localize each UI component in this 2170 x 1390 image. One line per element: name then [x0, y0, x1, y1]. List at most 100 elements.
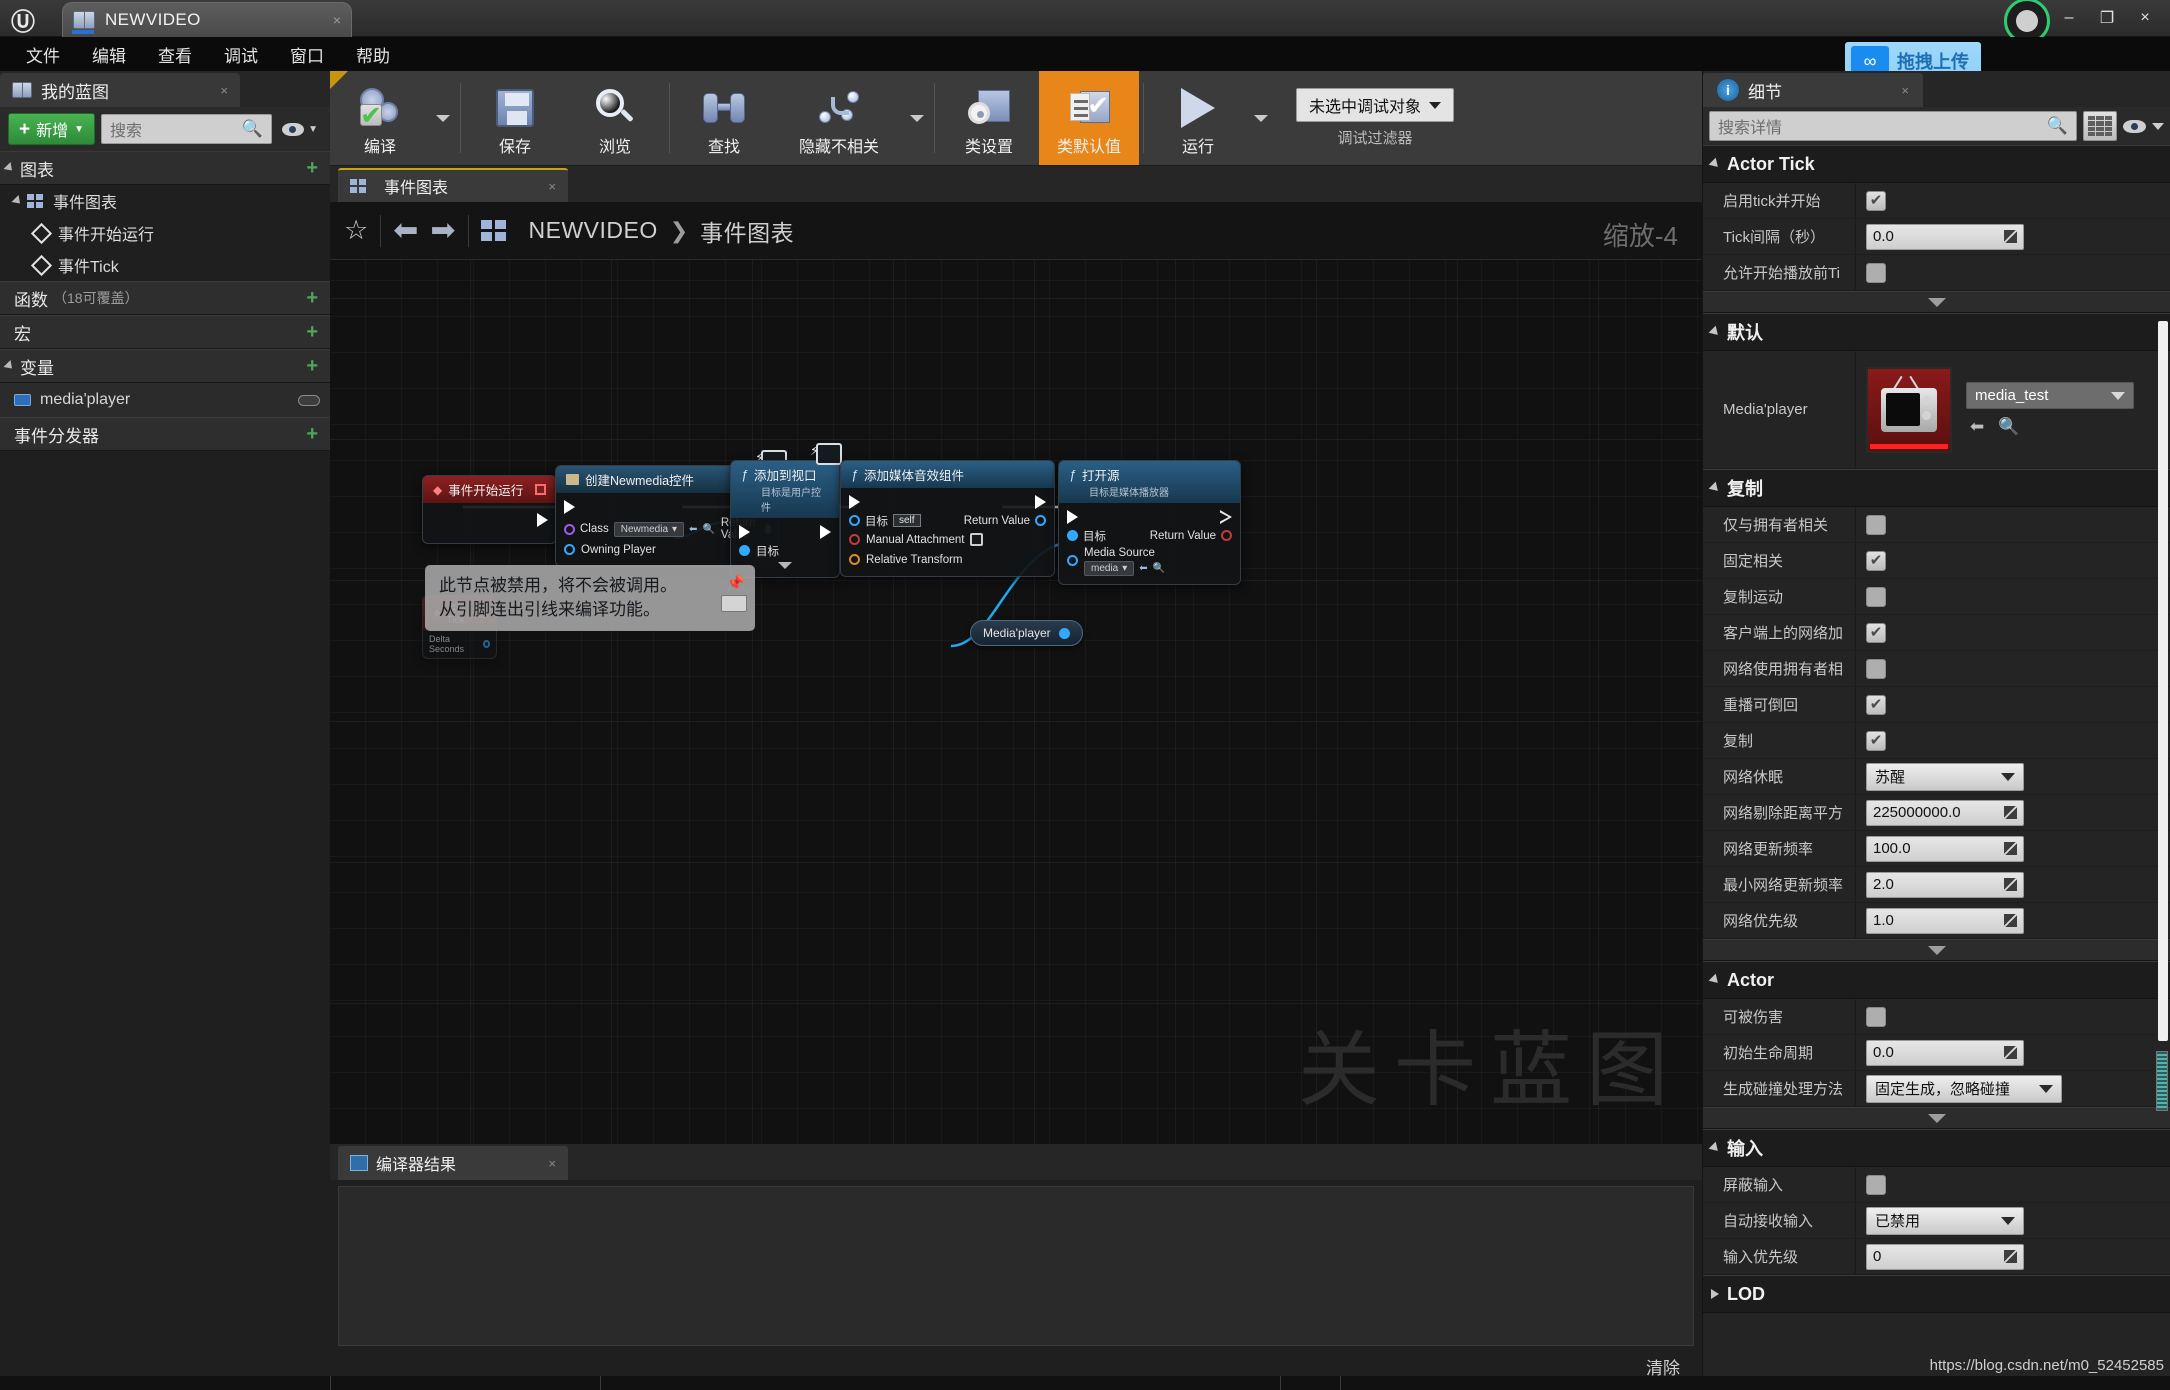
exec-out-pin-icon[interactable] [1035, 495, 1046, 509]
document-tab[interactable]: NEWVIDEO × [62, 2, 352, 37]
property-checkbox[interactable]: ✔ [1866, 190, 1886, 211]
event-breakpoint-icon[interactable] [535, 484, 546, 495]
expand-advanced-actor-tick[interactable] [1703, 291, 2170, 313]
class-value-select[interactable]: Newmedia ▾ [613, 521, 685, 537]
menu-item-file[interactable]: 文件 [10, 38, 76, 71]
toolbar-find-button[interactable]: 查找 [674, 71, 774, 165]
add-new-button[interactable]: + 新增 ▼ [8, 113, 96, 145]
node-add-to-viewport[interactable]: ƒ 添加到视口 目标是用户控件 目标 [730, 443, 842, 578]
node-pin-relative-transform[interactable]: Relative Transform [849, 551, 1046, 568]
exec-in-pin-icon[interactable] [1067, 510, 1078, 524]
details-category-actor[interactable]: Actor [1703, 961, 2170, 999]
details-scrollbar-thumb[interactable] [2156, 1051, 2168, 1111]
property-checkbox[interactable]: ✔ [1866, 694, 1886, 715]
object-pin-icon[interactable] [1067, 555, 1078, 566]
minimize-button[interactable]: – [2052, 5, 2086, 31]
tab-compiler-results[interactable]: 编译器结果 × [338, 1146, 568, 1180]
property-number-input[interactable]: 225000000.0 [1866, 799, 2024, 826]
property-checkbox[interactable]: ✔ [1866, 550, 1886, 571]
details-category-default[interactable]: 默认 [1703, 313, 2170, 351]
add-function-icon[interactable]: + [306, 287, 324, 310]
exec-out-pin-icon[interactable] [1220, 510, 1232, 524]
property-row-can-be-damaged[interactable]: 可被伤害 [1703, 999, 2170, 1035]
object-pin-icon[interactable] [849, 515, 860, 526]
section-macros[interactable]: 宏 + [0, 315, 330, 349]
node-pin-target[interactable]: 目标 self Return Value [849, 512, 1046, 529]
toolbar-class-settings-button[interactable]: 类设置 [939, 71, 1039, 165]
details-category-lod[interactable]: LOD [1703, 1275, 2170, 1313]
compiler-message-list[interactable] [338, 1186, 1694, 1346]
media-player-asset-select[interactable]: media_test [1966, 382, 2134, 409]
property-row-always-relevant[interactable]: 固定相关 ✔ [1703, 543, 2170, 579]
maximize-button[interactable]: ❐ [2090, 5, 2124, 31]
property-row-initial-life-span[interactable]: 初始生命周期 0.0 [1703, 1035, 2170, 1071]
node-pin-media-source[interactable]: Media Source media ▾ ⬅ 🔍 [1067, 547, 1232, 576]
section-graphs[interactable]: 图表 + [0, 151, 330, 185]
back-arrow-icon[interactable]: ⬅ [393, 213, 418, 248]
expand-advanced-replication[interactable] [1703, 939, 2170, 961]
section-variables[interactable]: 变量 + [0, 349, 330, 383]
spinner-icon[interactable] [2004, 1250, 2017, 1263]
menu-item-debug[interactable]: 调试 [208, 38, 274, 71]
property-row-spawn-collision-handling[interactable]: 生成碰撞处理方法 固定生成，忽略碰撞 [1703, 1071, 2170, 1107]
breadcrumb-blueprint[interactable]: NEWVIDEO [529, 217, 658, 244]
property-number-input[interactable]: 0.0 [1866, 223, 2024, 250]
document-tab-close-icon[interactable]: × [305, 12, 341, 28]
media-source-select[interactable]: media ▾ [1084, 561, 1135, 576]
property-row-min-net-update-frequency[interactable]: 最小网络更新频率 2.0 [1703, 867, 2170, 903]
tab-details[interactable]: i 细节 × [1703, 73, 1923, 107]
struct-pin-icon[interactable] [849, 554, 860, 565]
property-row-media-player-asset[interactable]: Media'player media_test ⬅ 🔍 [1703, 351, 2170, 469]
property-checkbox[interactable] [1866, 586, 1886, 607]
tab-close-icon[interactable]: × [522, 1156, 556, 1171]
spinner-icon[interactable] [2004, 914, 2017, 927]
exec-in-pin-icon[interactable] [739, 525, 750, 539]
node-exec-row[interactable] [739, 522, 831, 542]
object-out-pin-icon[interactable] [1035, 515, 1046, 526]
spinner-icon[interactable] [2004, 806, 2017, 819]
property-row-replicate-movement[interactable]: 复制运动 [1703, 579, 2170, 615]
bool-out-pin-icon[interactable] [1221, 530, 1232, 541]
expand-advanced-actor[interactable] [1703, 1107, 2170, 1129]
add-graph-icon[interactable]: + [306, 157, 324, 180]
property-checkbox[interactable] [1866, 658, 1886, 679]
property-row-only-relevant-to-owner[interactable]: 仅与拥有者相关 [1703, 507, 2170, 543]
variable-visibility-toggle[interactable] [298, 394, 320, 406]
section-event-dispatchers[interactable]: 事件分发器 + [0, 417, 330, 451]
node-event-begin-play[interactable]: ◆ 事件开始运行 [422, 475, 557, 544]
property-row-net-load-on-client[interactable]: 客户端上的网络加 ✔ [1703, 615, 2170, 651]
tab-close-icon[interactable]: × [522, 179, 556, 194]
pin-icon[interactable]: 📌 [726, 573, 745, 594]
menu-item-view[interactable]: 查看 [142, 38, 208, 71]
add-variable-icon[interactable]: + [306, 355, 324, 378]
property-row-auto-receive-input[interactable]: 自动接收输入 已禁用 [1703, 1203, 2170, 1239]
add-event-dispatcher-icon[interactable]: + [306, 423, 324, 446]
menu-item-help[interactable]: 帮助 [340, 38, 406, 71]
add-macro-icon[interactable]: + [306, 321, 324, 344]
node-media-player-variable[interactable]: Media'player [970, 620, 1083, 646]
browse-asset-icon[interactable]: 🔍 [702, 524, 714, 535]
node-exec-row[interactable] [1067, 507, 1232, 527]
toolbar-class-defaults-button[interactable]: ✔ 类默认值 [1039, 71, 1139, 165]
class-pin-icon[interactable] [564, 523, 575, 535]
use-selected-icon[interactable]: ⬅ [689, 524, 697, 535]
object-pin-icon[interactable] [564, 544, 575, 555]
toolbar-hide-unrelated-button[interactable]: 隐藏不相关 [774, 71, 904, 165]
property-row-replay-rewindable[interactable]: 重播可倒回 ✔ [1703, 687, 2170, 723]
property-number-input[interactable]: 0.0 [1866, 1039, 2024, 1066]
exec-out-pin-icon[interactable] [820, 525, 831, 539]
property-select[interactable]: 苏醒 [1866, 762, 2024, 791]
use-selected-icon[interactable]: ⬅ [1139, 563, 1147, 574]
toolbar-save-button[interactable]: 保存 [465, 71, 565, 165]
menu-item-edit[interactable]: 编辑 [76, 38, 142, 71]
property-number-input[interactable]: 1.0 [1866, 907, 2024, 934]
bool-pin-icon[interactable] [849, 534, 860, 545]
object-pin-icon[interactable] [739, 545, 750, 556]
menu-item-window[interactable]: 窗口 [274, 38, 340, 71]
node-pin-target[interactable]: 目标 [739, 542, 831, 559]
hide-unrelated-options-caret[interactable] [904, 71, 930, 165]
details-category-actor-tick[interactable]: Actor Tick [1703, 145, 2170, 183]
property-row-net-update-frequency[interactable]: 网络更新频率 100.0 [1703, 831, 2170, 867]
property-checkbox[interactable] [1866, 1174, 1886, 1195]
float-pin-icon[interactable] [482, 640, 490, 648]
